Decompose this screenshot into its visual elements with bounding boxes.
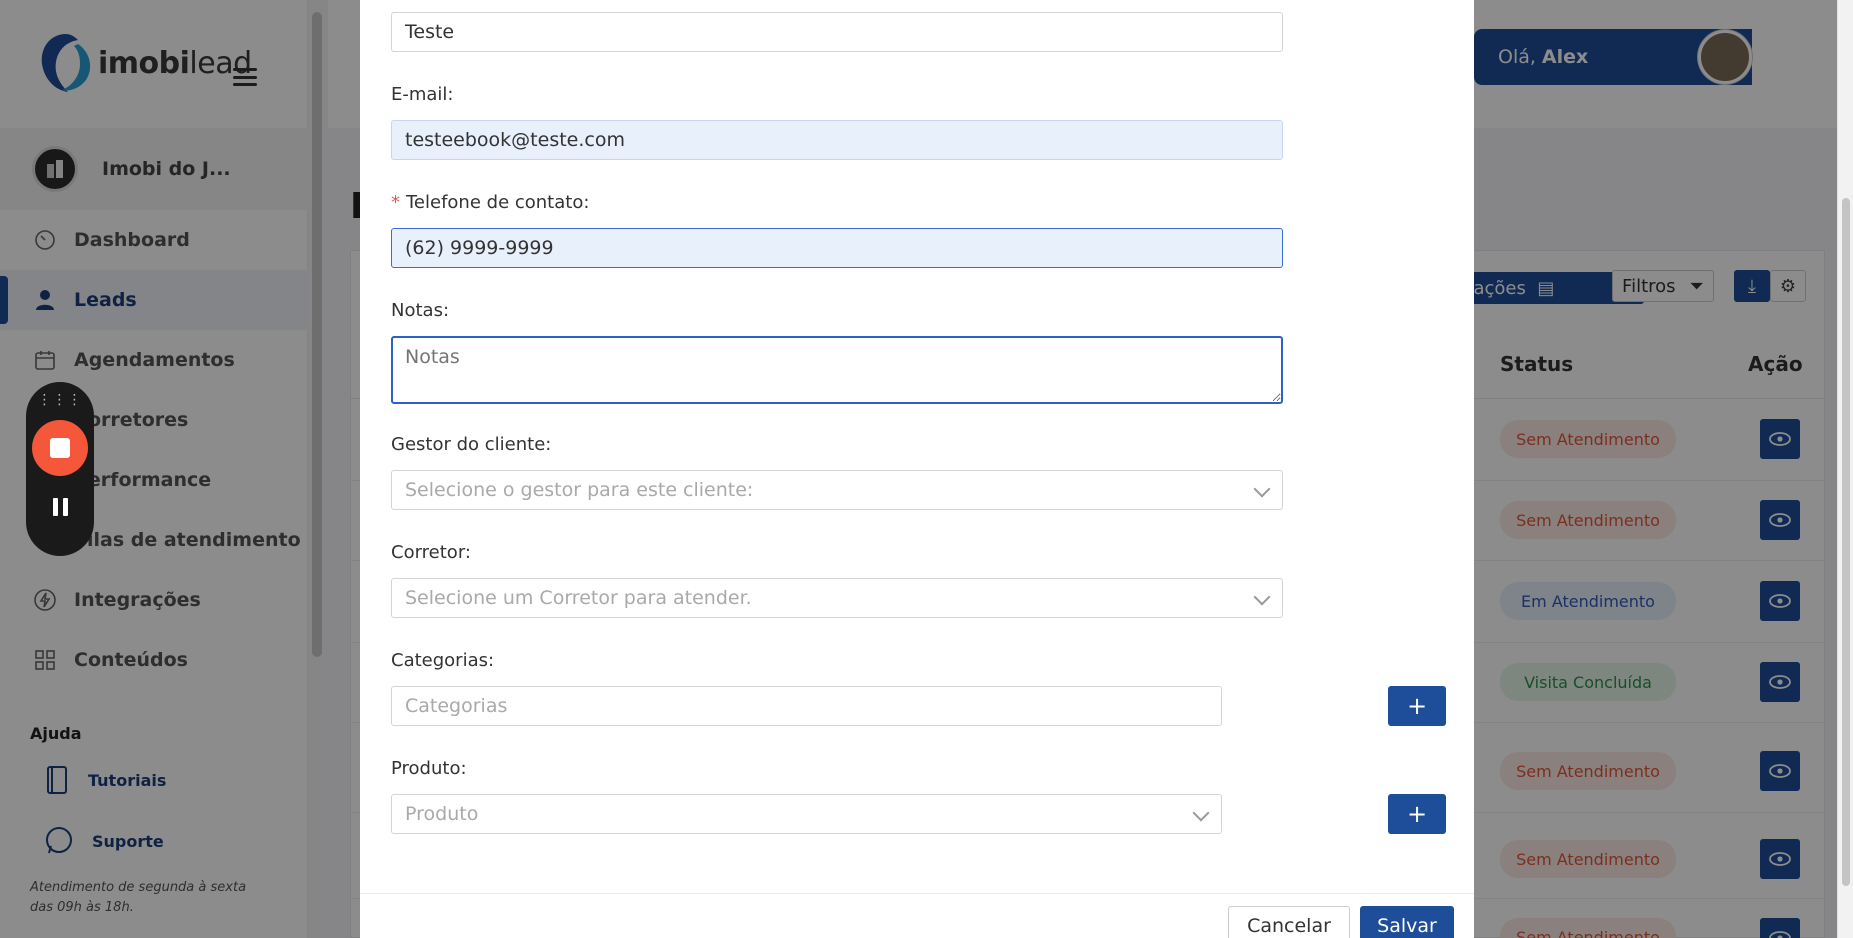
cancel-button[interactable]: Cancelar (1228, 906, 1350, 938)
stop-recording-button[interactable] (32, 420, 88, 476)
drag-handle-icon[interactable]: ⋮⋮⋮ (38, 393, 83, 407)
modal-footer-divider (360, 893, 1474, 894)
chevron-down-icon (1192, 804, 1210, 822)
categories-label: Categorias: (391, 650, 495, 671)
stop-icon (50, 438, 70, 458)
manager-label: Gestor do cliente: (391, 434, 552, 455)
name-field[interactable]: Teste (391, 12, 1283, 52)
notes-textarea[interactable] (391, 336, 1283, 404)
screen-recorder-widget: ⋮⋮⋮ (26, 382, 94, 556)
add-category-button[interactable]: + (1388, 686, 1446, 726)
required-marker: * (391, 192, 400, 213)
phone-field[interactable]: (62) 9999-9999 (391, 228, 1283, 268)
lead-form-modal: Teste E-mail: testeebook@teste.com * Tele… (360, 0, 1474, 938)
phone-label: * Telefone de contato: (391, 192, 590, 213)
manager-select[interactable]: Selecione o gestor para este cliente: (391, 470, 1283, 510)
product-select[interactable]: Produto (391, 794, 1222, 834)
chevron-down-icon (1253, 480, 1271, 498)
broker-select[interactable]: Selecione um Corretor para atender. (391, 578, 1283, 618)
email-label: E-mail: (391, 84, 454, 105)
save-button[interactable]: Salvar (1360, 906, 1454, 938)
notes-label: Notas: (391, 300, 450, 321)
plus-icon: + (1406, 800, 1428, 828)
page-scroll-thumb[interactable] (1842, 198, 1850, 886)
plus-icon: + (1406, 692, 1428, 720)
product-label: Produto: (391, 758, 467, 779)
page-scrollbar[interactable] (1837, 0, 1853, 938)
chevron-down-icon (1253, 588, 1271, 606)
pause-recording-button[interactable] (52, 498, 68, 516)
broker-label: Corretor: (391, 542, 471, 563)
categories-input[interactable]: Categorias (391, 686, 1222, 726)
add-product-button[interactable]: + (1388, 794, 1446, 834)
email-field[interactable]: testeebook@teste.com (391, 120, 1283, 160)
